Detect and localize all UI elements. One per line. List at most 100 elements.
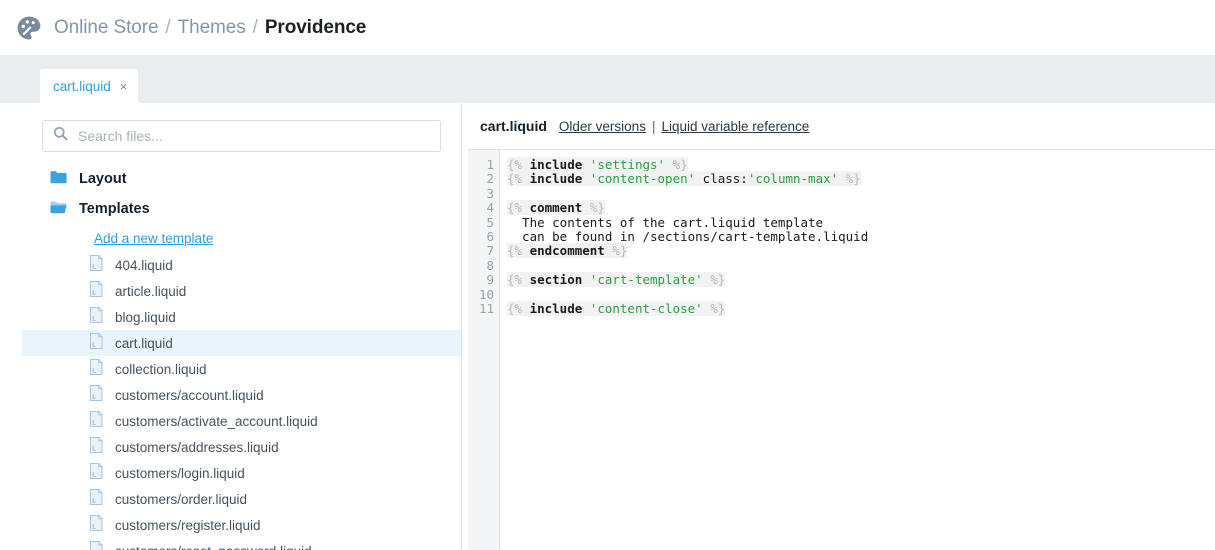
- code-token: class:: [695, 171, 748, 187]
- sidebar-folder-label: Layout: [79, 171, 127, 187]
- code-line: {% include 'content-close' %}: [507, 300, 1215, 316]
- search-input[interactable]: [76, 127, 440, 145]
- code-token: %}: [665, 157, 688, 172]
- code-token: 'content-open': [589, 171, 696, 187]
- sidebar-folder-templates[interactable]: Templates: [22, 194, 461, 224]
- file-name: collection.liquid: [115, 361, 207, 377]
- code-token: 'column-max': [747, 171, 839, 187]
- line-number: 6: [486, 228, 494, 244]
- file-name: customers/order.liquid: [115, 491, 248, 507]
- link-separator: |: [651, 118, 656, 134]
- file-name: blog.liquid: [115, 309, 176, 325]
- code-token: The contents of the cart.liquid template: [507, 214, 824, 230]
- breadcrumb-separator: /: [252, 16, 258, 38]
- tab-label: cart.liquid: [53, 78, 111, 94]
- liquid-file-icon: L: [90, 461, 104, 484]
- code-token: 'content-close': [589, 300, 703, 316]
- liquid-file-icon: L: [90, 331, 104, 354]
- file-name: customers/activate_account.liquid: [115, 413, 318, 429]
- file-name: customers/addresses.liquid: [115, 439, 279, 455]
- liquid-file-icon: L: [90, 513, 104, 536]
- breadcrumb-separator: /: [165, 16, 171, 38]
- line-number: 11: [478, 300, 494, 316]
- liquid-file-icon: L: [90, 305, 104, 328]
- list-item[interactable]: L customers/reset_password.liquid: [22, 538, 461, 550]
- folder-open-icon: [50, 200, 67, 219]
- file-name: customers/register.liquid: [115, 517, 261, 533]
- list-item[interactable]: L customers/addresses.liquid: [22, 434, 461, 460]
- list-item[interactable]: L 404.liquid: [22, 252, 461, 278]
- file-name: cart.liquid: [115, 335, 173, 351]
- list-item[interactable]: L customers/login.liquid: [22, 460, 461, 486]
- file-sidebar: Layout Templates Add a new template L 40…: [22, 103, 462, 550]
- search-icon: [53, 126, 68, 146]
- list-item[interactable]: L article.liquid: [22, 278, 461, 304]
- add-new-template-link[interactable]: Add a new template: [94, 231, 213, 246]
- code-content[interactable]: {% include 'settings' %} {% include 'cont…: [500, 150, 1215, 550]
- breadcrumb-item-themes[interactable]: Themes: [178, 17, 246, 39]
- file-name: customers/reset_password.liquid: [115, 544, 312, 550]
- code-token: include: [529, 157, 583, 172]
- code-token: %}: [582, 200, 605, 216]
- line-number-gutter: 1 2 3 4 5 6 7 8 9 10 11: [468, 150, 500, 550]
- page-title: Providence: [264, 16, 367, 38]
- list-item[interactable]: L customers/account.liquid: [22, 382, 461, 408]
- tab-cart-liquid[interactable]: cart.liquid ×: [40, 69, 139, 103]
- code-token: %}: [702, 272, 726, 288]
- list-item[interactable]: L customers/register.liquid: [22, 512, 461, 538]
- top-header: Online Store / Themes / Providence: [0, 0, 1215, 55]
- line-number: 10: [478, 286, 494, 302]
- code-token: {%: [507, 171, 530, 187]
- older-versions-link[interactable]: Older versions: [559, 119, 646, 134]
- editor-header: cart.liquid Older versions | Liquid vari…: [468, 103, 1215, 150]
- list-item[interactable]: L customers/activate_account.liquid: [22, 408, 461, 434]
- line-number: 3: [486, 185, 494, 201]
- code-line: {% comment %}: [507, 200, 1215, 216]
- breadcrumb-item-online-store[interactable]: Online Store: [54, 17, 159, 39]
- code-token: endcomment: [529, 243, 605, 259]
- line-number: 1: [486, 157, 494, 172]
- tab-strip: cart.liquid ×: [0, 55, 1215, 103]
- code-editor-panel: cart.liquid Older versions | Liquid vari…: [468, 103, 1215, 550]
- code-token: [582, 171, 590, 187]
- code-token: {%: [507, 272, 530, 288]
- list-item[interactable]: L collection.liquid: [22, 356, 461, 382]
- liquid-file-icon: L: [90, 357, 104, 380]
- sidebar-folder-label: Templates: [79, 201, 150, 217]
- liquid-file-icon: L: [90, 253, 104, 276]
- close-icon[interactable]: ×: [120, 80, 128, 93]
- list-item[interactable]: L blog.liquid: [22, 304, 461, 330]
- liquid-file-icon: L: [90, 539, 104, 550]
- code-line: {% section 'cart-template' %}: [507, 272, 1215, 288]
- code-line: {% include 'content-open' class:'column-…: [507, 171, 1215, 187]
- code-token: {%: [507, 157, 530, 172]
- liquid-variable-reference-link[interactable]: Liquid variable reference: [661, 119, 809, 134]
- list-item-selected[interactable]: L cart.liquid: [22, 330, 461, 356]
- file-name: customers/login.liquid: [115, 465, 245, 481]
- liquid-file-icon: L: [90, 435, 104, 458]
- code-token: {%: [507, 243, 530, 259]
- file-name: customers/account.liquid: [115, 387, 264, 403]
- line-number: 8: [486, 257, 494, 273]
- line-number: 9: [486, 272, 494, 288]
- code-token: include: [529, 300, 583, 316]
- liquid-file-icon: L: [90, 409, 104, 432]
- breadcrumb: Online Store / Themes / Providence: [54, 17, 366, 39]
- line-number: 7: [486, 243, 494, 259]
- file-name: article.liquid: [115, 283, 187, 299]
- liquid-file-icon: L: [90, 487, 104, 510]
- code-area[interactable]: 1 2 3 4 5 6 7 8 9 10 11 {% include 'settings' %} {%…: [468, 150, 1215, 550]
- code-token: %}: [702, 300, 726, 316]
- line-number: 4: [486, 200, 494, 216]
- code-token: can be found in /sections/cart-template.…: [507, 228, 869, 244]
- code-line: {% endcomment %}: [507, 243, 1215, 259]
- file-tree: Layout Templates Add a new template L 40…: [22, 164, 461, 550]
- liquid-file-icon: L: [90, 383, 104, 406]
- search-box[interactable]: [42, 120, 441, 152]
- code-token: 'cart-template': [589, 272, 703, 288]
- code-token: [582, 272, 590, 288]
- sidebar-folder-layout[interactable]: Layout: [22, 164, 461, 194]
- list-item[interactable]: L customers/order.liquid: [22, 486, 461, 512]
